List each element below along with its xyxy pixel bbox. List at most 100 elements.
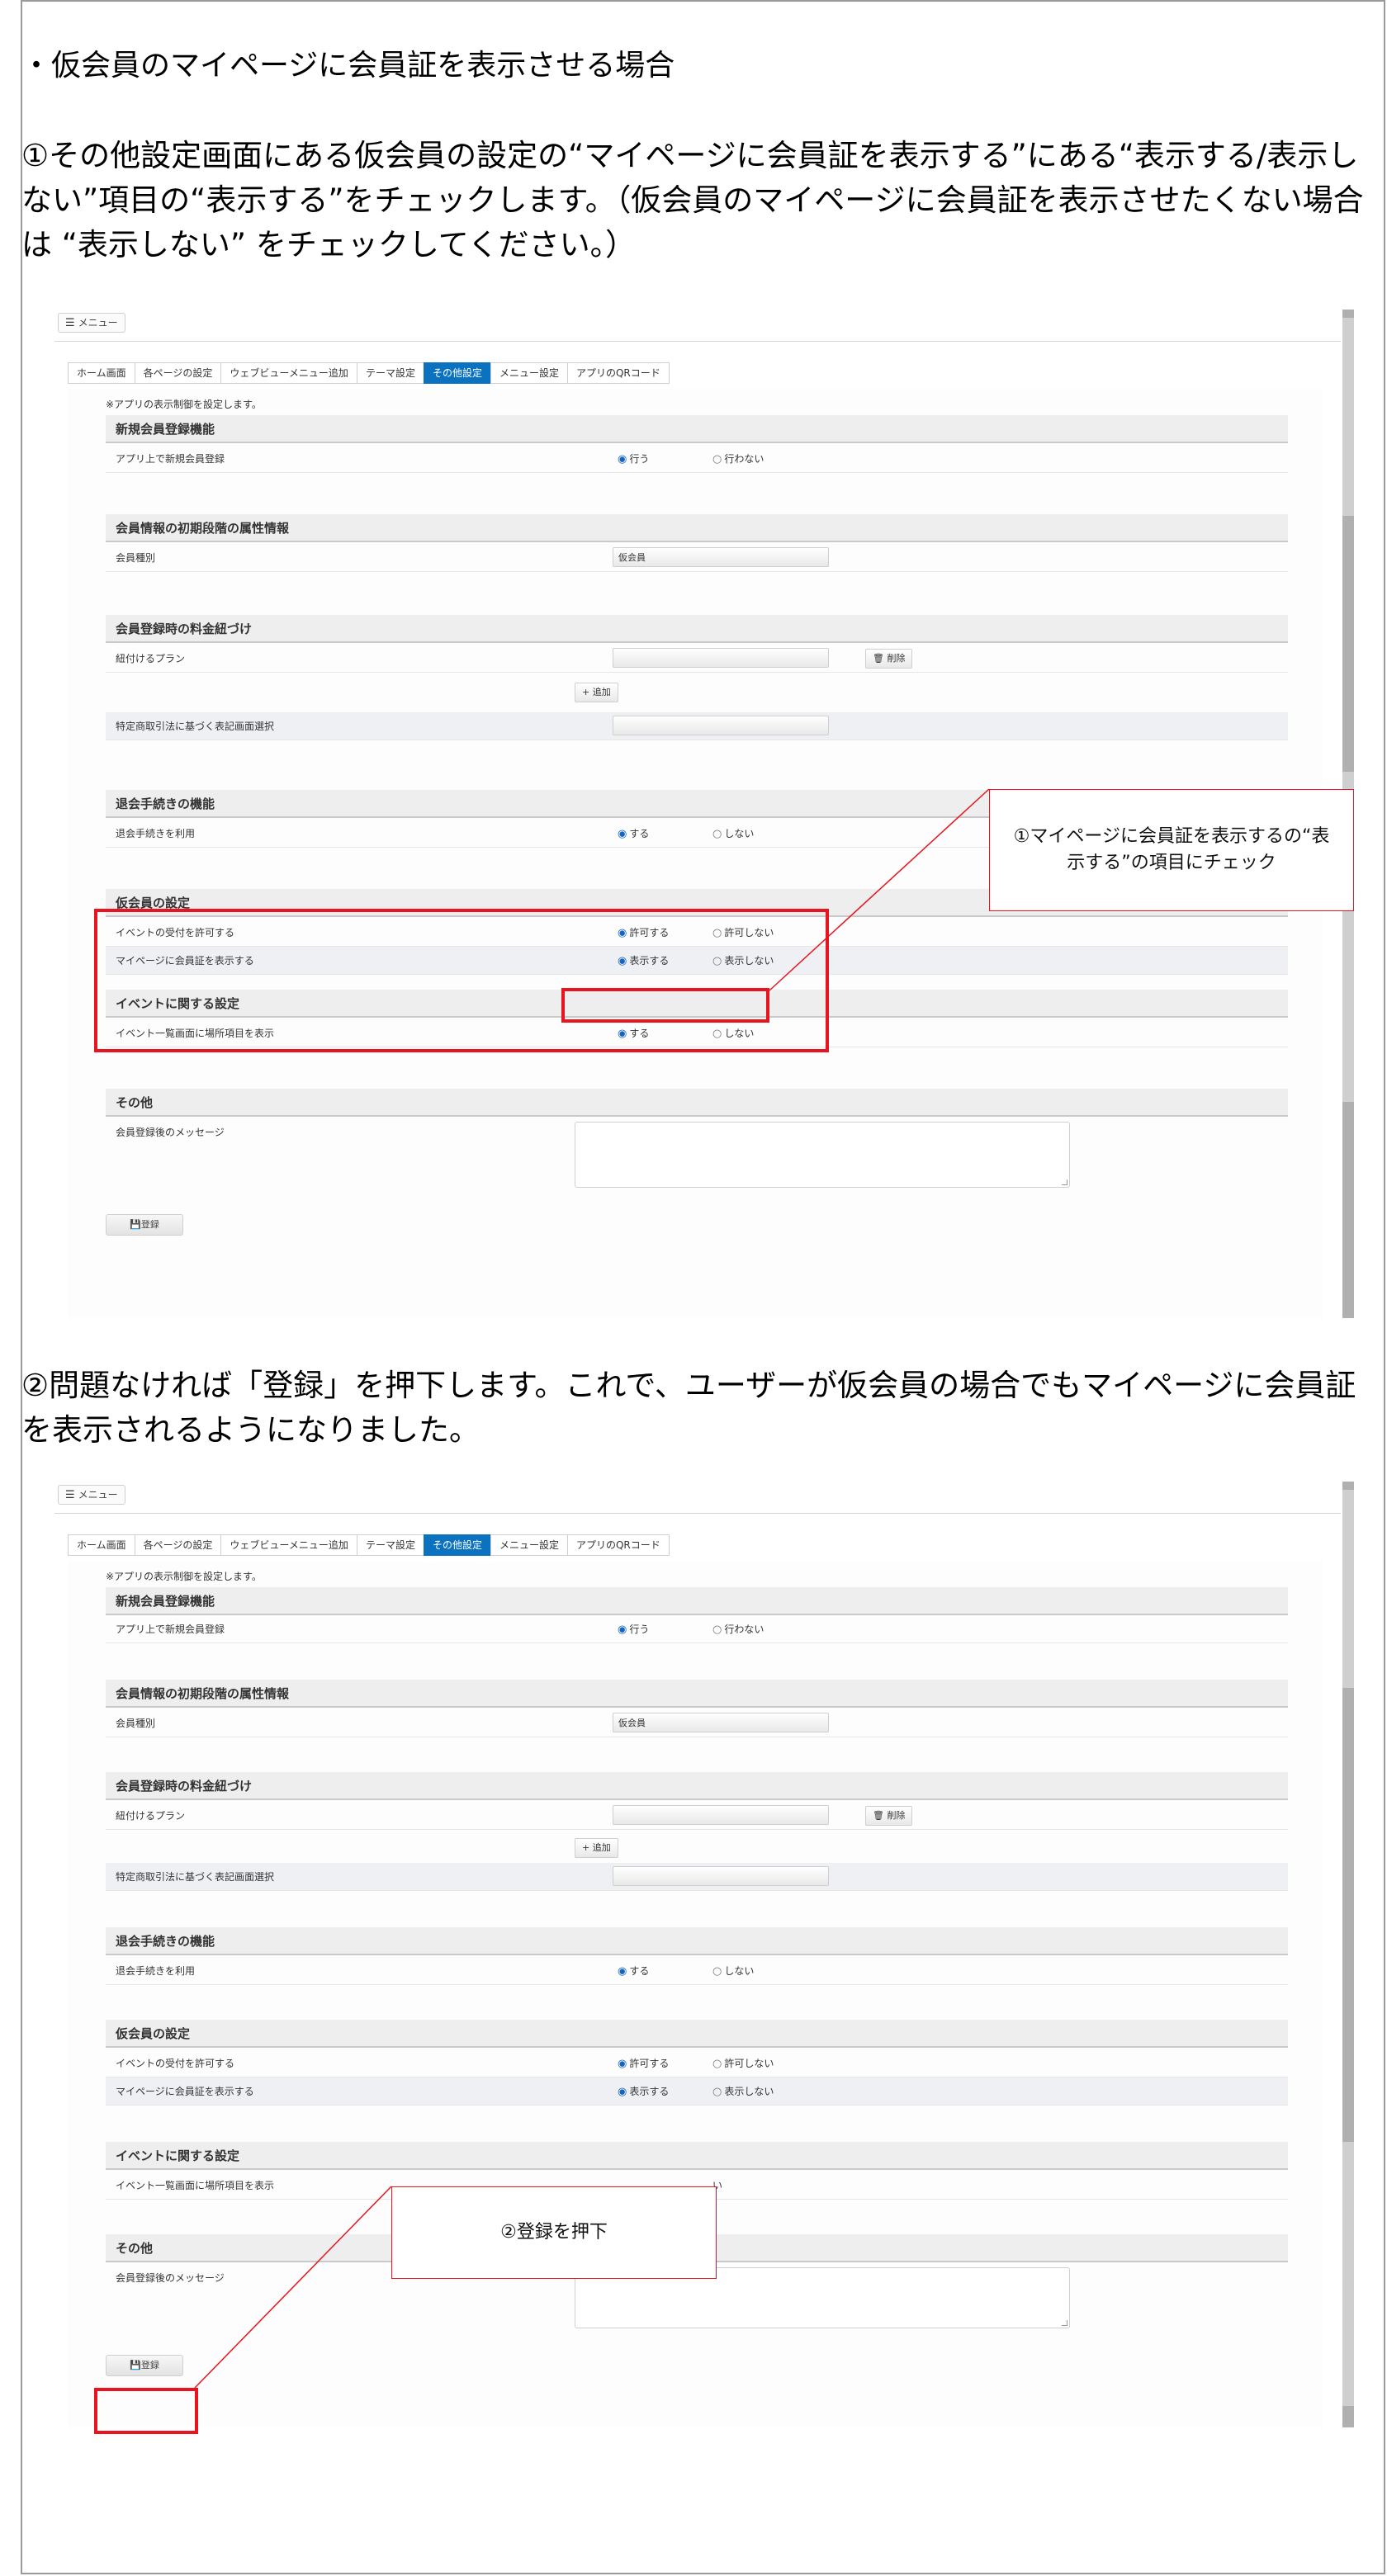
row-label: 特定商取引法に基づく表記画面選択 bbox=[116, 721, 275, 732]
radio-event-allow[interactable]: ◉ 許可する bbox=[618, 2049, 669, 2078]
radio-unchecked-icon: ○ bbox=[712, 453, 722, 466]
tab-other-settings[interactable]: その他設定 bbox=[423, 1534, 491, 1556]
radio-event-deny[interactable]: ○ 許可しない bbox=[712, 2049, 774, 2078]
radio-unchecked-icon: ○ bbox=[712, 1965, 722, 1978]
delete-plan-button[interactable]: 🗑 削除 bbox=[865, 1806, 913, 1826]
radio-checked-icon: ◉ bbox=[618, 828, 627, 840]
tab-menu-settings[interactable]: メニュー設定 bbox=[490, 1534, 568, 1556]
settings-content: ※アプリの表示制御を設定します。 新規会員登録機能 アプリ上で新規会員登録 ◉ 行… bbox=[68, 1561, 1323, 2427]
section-initial-attributes: 会員情報の初期段階の属性情報 bbox=[106, 1680, 1288, 1708]
plan-select[interactable] bbox=[613, 1805, 829, 1825]
radio-unchecked-icon: ○ bbox=[712, 2086, 722, 2098]
row-member-type: 会員種別 仮会員 bbox=[106, 1709, 1288, 1737]
save-icon: 💾 bbox=[130, 1219, 141, 1230]
tab-app-qr[interactable]: アプリのQRコード bbox=[566, 1534, 670, 1556]
tab-webview-menu[interactable]: ウェブビューメニュー追加 bbox=[220, 1534, 357, 1556]
row-label: マイページに会員証を表示する bbox=[116, 2086, 254, 2097]
step-2-instruction: ②問題なければ「登録」を押下します。これで、ユーザーが仮会員の場合でもマイページ… bbox=[21, 1368, 1356, 1448]
radio-unchecked-icon: ○ bbox=[712, 2058, 722, 2070]
menu-button-label: メニュー bbox=[78, 1489, 118, 1501]
radio-withdraw-off[interactable]: ○ しない bbox=[712, 820, 754, 848]
tab-page-settings[interactable]: 各ページの設定 bbox=[134, 1534, 222, 1556]
legal-notice-select[interactable] bbox=[613, 716, 829, 735]
delete-plan-button[interactable]: 🗑 削除 bbox=[865, 649, 913, 669]
radio-checked-icon: ◉ bbox=[618, 1965, 627, 1978]
member-type-select[interactable]: 仮会員 bbox=[613, 1713, 829, 1732]
menu-bar: ☰ メニュー bbox=[54, 1482, 1341, 1514]
scrollbar-thumb-upper[interactable] bbox=[1342, 1490, 1354, 1688]
scrollbar[interactable] bbox=[1342, 1482, 1354, 2427]
section-event-settings: イベントに関する設定 bbox=[106, 2142, 1288, 2170]
row-link-plan: 紐付けるプラン 🗑 削除 bbox=[106, 645, 1288, 673]
callout-step2: ②登録を押下 bbox=[391, 2186, 717, 2279]
tab-other-settings[interactable]: その他設定 bbox=[423, 362, 491, 384]
row-label: 紐付けるプラン bbox=[116, 653, 186, 664]
member-type-select[interactable]: 仮会員 bbox=[613, 547, 829, 567]
register-button[interactable]: 💾登録 bbox=[106, 2355, 183, 2376]
row-legal-notice: 特定商取引法に基づく表記画面選択 bbox=[106, 712, 1288, 740]
radio-show-card[interactable]: ◉ 表示する bbox=[618, 2077, 669, 2106]
hamburger-icon: ☰ bbox=[65, 1489, 75, 1501]
radio-register-off[interactable]: ○ 行わない bbox=[712, 1615, 764, 1644]
radio-unchecked-icon: ○ bbox=[712, 828, 722, 840]
radio-checked-icon: ◉ bbox=[618, 1624, 627, 1636]
menu-bar: ☰ メニュー bbox=[54, 310, 1341, 342]
settings-tabs: ホーム画面 各ページの設定 ウェブビューメニュー追加 テーマ設定 その他設定 メ… bbox=[68, 1534, 670, 1556]
tab-theme[interactable]: テーマ設定 bbox=[356, 1534, 424, 1556]
add-plan-button[interactable]: + 追加 bbox=[575, 683, 618, 702]
row-label: 会員種別 bbox=[116, 1718, 156, 1729]
tab-webview-menu[interactable]: ウェブビューメニュー追加 bbox=[220, 362, 357, 384]
tab-theme[interactable]: テーマ設定 bbox=[356, 362, 424, 384]
highlight-provisional-section bbox=[94, 909, 829, 1052]
section-other: その他 bbox=[106, 1089, 1288, 1117]
row-new-member-registration: アプリ上で新規会員登録 ◉ 行う ○ 行わない bbox=[106, 1615, 1288, 1643]
add-plan-button[interactable]: + 追加 bbox=[575, 1838, 618, 1858]
callout-step1: ①マイページに会員証を表示するの“表示する”の項目にチェック bbox=[989, 789, 1354, 911]
tab-home[interactable]: ホーム画面 bbox=[68, 1534, 135, 1556]
trash-icon: 🗑 bbox=[873, 653, 888, 664]
row-label: 退会手続きを利用 bbox=[116, 828, 196, 839]
radio-register-off[interactable]: ○ 行わない bbox=[712, 445, 764, 474]
row-label: アプリ上で新規会員登録 bbox=[116, 1624, 225, 1635]
row-withdraw: 退会手続きを利用 ◉ する ○ しない bbox=[106, 1957, 1288, 1985]
row-label: イベント一覧画面に場所項目を表示 bbox=[116, 2180, 275, 2191]
menu-button[interactable]: ☰ メニュー bbox=[58, 1485, 125, 1505]
radio-register-on[interactable]: ◉ 行う bbox=[618, 445, 649, 474]
radio-hide-card[interactable]: ○ 表示しない bbox=[712, 2077, 774, 2106]
step-1-instruction: ①その他設定画面にある仮会員の設定の“マイページに会員証を表示する”にある“表示… bbox=[21, 138, 1364, 262]
menu-button[interactable]: ☰ メニュー bbox=[58, 313, 125, 333]
radio-withdraw-on[interactable]: ◉ する bbox=[618, 820, 649, 848]
tab-page-settings[interactable]: 各ページの設定 bbox=[134, 362, 222, 384]
section-provisional-member: 仮会員の設定 bbox=[106, 2020, 1288, 2048]
scrollbar-thumb-lower[interactable] bbox=[1342, 2142, 1354, 2406]
section-new-member: 新規会員登録機能 bbox=[106, 1587, 1288, 1615]
radio-register-on[interactable]: ◉ 行う bbox=[618, 1615, 649, 1644]
section-plan-link: 会員登録時の料金紐づけ bbox=[106, 1772, 1288, 1800]
radio-checked-icon: ◉ bbox=[618, 453, 627, 466]
menu-button-label: メニュー bbox=[78, 317, 118, 328]
plus-icon: + bbox=[582, 1842, 593, 1853]
row-link-plan: 紐付けるプラン 🗑 削除 bbox=[106, 1802, 1288, 1830]
scrollbar-thumb-upper[interactable] bbox=[1342, 318, 1354, 516]
radio-withdraw-off[interactable]: ○ しない bbox=[712, 1957, 754, 1986]
legal-notice-select[interactable] bbox=[613, 1866, 829, 1886]
row-event-accept: イベントの受付を許可する ◉ 許可する ○ 許可しない bbox=[106, 2049, 1288, 2077]
plus-icon: + bbox=[582, 687, 593, 697]
section-plan-link: 会員登録時の料金紐づけ bbox=[106, 615, 1288, 643]
settings-screenshot-step2: ☰ メニュー ホーム画面 各ページの設定 ウェブビューメニュー追加 テーマ設定 そ… bbox=[54, 1482, 1359, 2427]
radio-withdraw-on[interactable]: ◉ する bbox=[618, 1957, 649, 1986]
plan-select[interactable] bbox=[613, 648, 829, 668]
tab-home[interactable]: ホーム画面 bbox=[68, 362, 135, 384]
tab-menu-settings[interactable]: メニュー設定 bbox=[490, 362, 568, 384]
radio-checked-icon: ◉ bbox=[618, 2086, 627, 2098]
tab-app-qr[interactable]: アプリのQRコード bbox=[566, 362, 670, 384]
row-label: 退会手続きを利用 bbox=[116, 1965, 196, 1977]
section-new-member: 新規会員登録機能 bbox=[106, 415, 1288, 443]
settings-note: ※アプリの表示制御を設定します。 bbox=[106, 1571, 262, 1582]
save-icon: 💾 bbox=[130, 2360, 141, 2370]
row-label: アプリ上で新規会員登録 bbox=[116, 453, 225, 465]
section-withdraw: 退会手続きの機能 bbox=[106, 1927, 1288, 1955]
register-button[interactable]: 💾登録 bbox=[106, 1214, 183, 1236]
post-registration-message-input[interactable] bbox=[575, 1122, 1070, 1188]
trash-icon: 🗑 bbox=[873, 1810, 888, 1821]
